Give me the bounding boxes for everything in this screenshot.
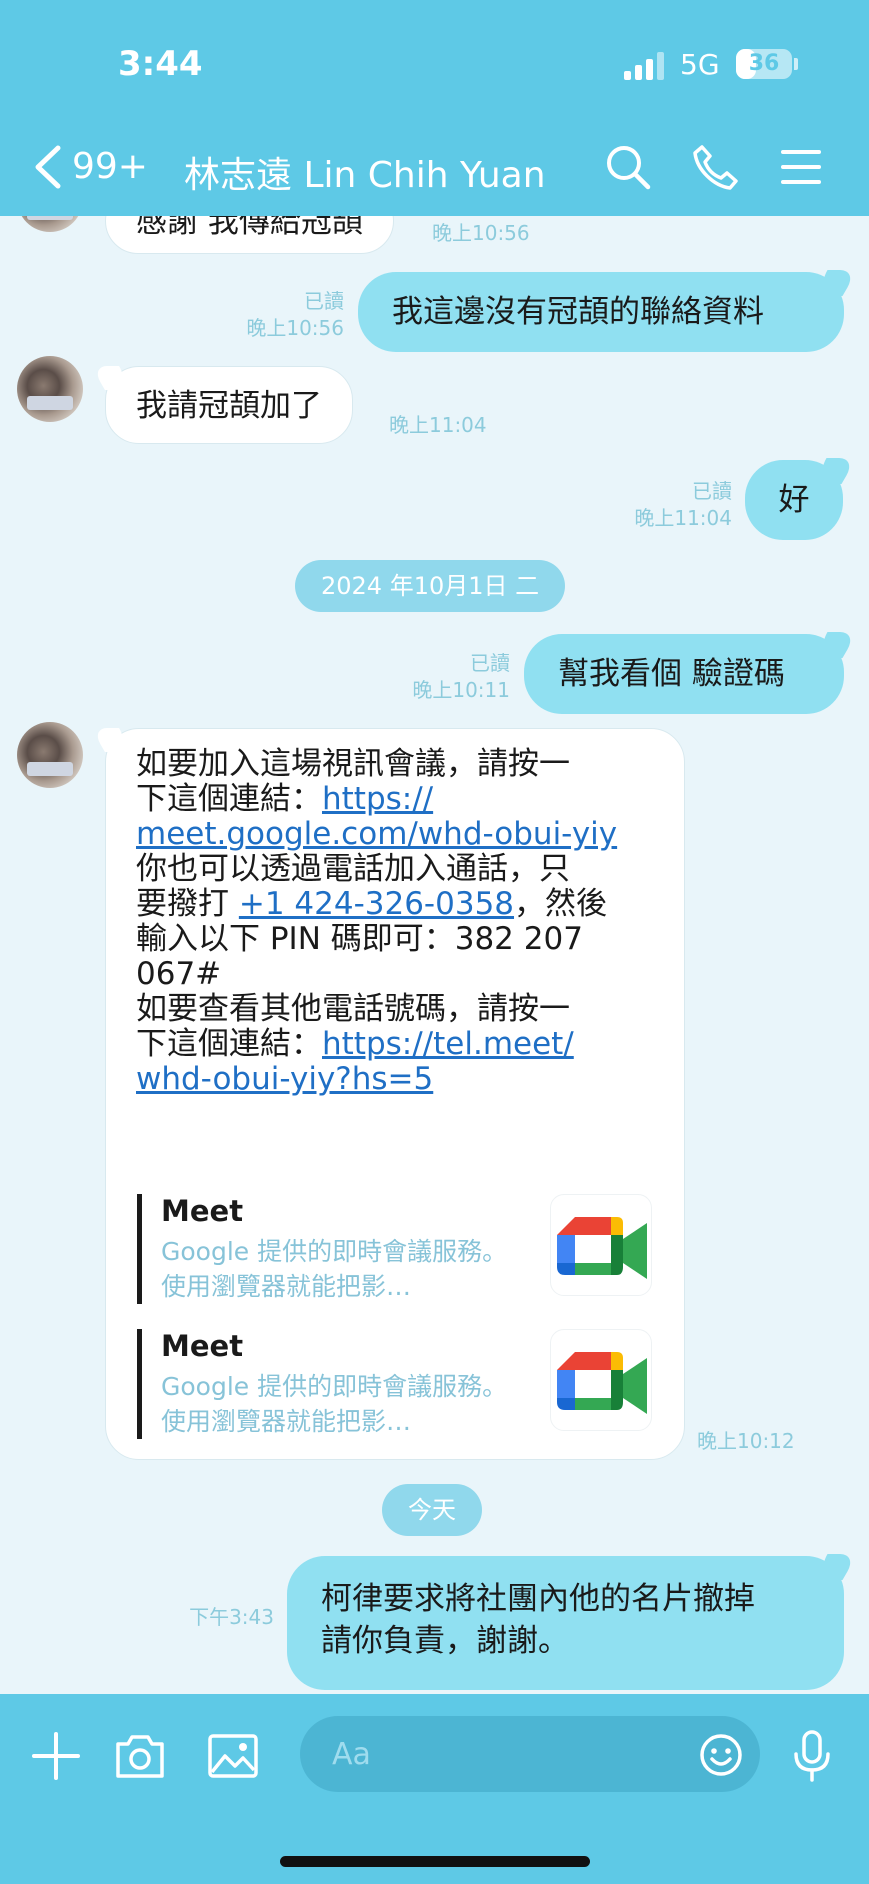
microphone-icon[interactable]	[784, 1728, 840, 1784]
header-bar: 3:44 5G 36 99+ 林志遠 Lin Chih Yuan	[0, 0, 869, 216]
message-time: 晚上11:04	[634, 506, 732, 530]
image-icon[interactable]	[205, 1728, 261, 1784]
avatar[interactable]	[17, 216, 83, 232]
network-type: 5G	[680, 48, 720, 81]
preview-bar	[137, 1329, 142, 1439]
menu-icon[interactable]	[775, 142, 825, 192]
message-text: 感謝 我傳給冠頡	[136, 216, 363, 240]
tel-meet-link[interactable]: https://tel.meet/	[322, 1026, 574, 1062]
message-time: 晚上11:04	[389, 413, 487, 437]
message-time: 晚上10:12	[697, 1429, 795, 1453]
message-line: 輸入以下 PIN 碼即可：382 207	[136, 921, 583, 957]
message-line: 柯律要求將社團內他的名片撤掉	[321, 1581, 755, 1617]
read-receipt: 已讀	[470, 651, 510, 675]
avatar[interactable]	[17, 722, 83, 788]
message-line: 你也可以透過電話加入通話，只	[136, 851, 570, 887]
message-time: 下午3:43	[189, 1605, 274, 1629]
message-line: 要撥打 +1 424-326-0358，然後	[136, 886, 608, 922]
message-input[interactable]	[332, 1734, 662, 1774]
date-separator: 今天	[382, 1484, 482, 1536]
plus-icon[interactable]	[28, 1728, 84, 1784]
unread-count[interactable]: 99+	[72, 146, 148, 187]
read-receipt: 已讀	[692, 479, 732, 503]
meet-link[interactable]: meet.google.com/whd-obui-yiy	[136, 817, 684, 852]
message-line: 如要查看其他電話號碼，請按一	[136, 991, 570, 1027]
emoji-icon[interactable]	[698, 1732, 744, 1778]
message-text: 好	[778, 482, 810, 518]
input-bar	[0, 1694, 869, 1884]
message-text: 幫我看個 驗證碼	[558, 656, 785, 692]
message-text: 我請冠頡加了	[136, 388, 322, 424]
date-separator: 2024 年10月1日 二	[295, 560, 566, 612]
link-preview-card[interactable]: Meet Google 提供的即時會議服務。使用瀏覽器就能把影…	[137, 1194, 653, 1304]
battery-level: 36	[748, 51, 780, 76]
message-bubble-outgoing[interactable]: 幫我看個 驗證碼	[524, 634, 844, 714]
preview-description: Google 提供的即時會議服務。使用瀏覽器就能把影…	[161, 1372, 508, 1436]
message-list[interactable]: 感謝 我傳給冠頡 晚上10:56 已讀 晚上10:56 我這邊沒有冠頡的聯絡資料…	[0, 216, 869, 1694]
search-icon[interactable]	[603, 142, 653, 192]
message-bubble-outgoing[interactable]: 我這邊沒有冠頡的聯絡資料	[358, 272, 844, 352]
phone-call-icon[interactable]	[690, 142, 740, 192]
preview-bar	[137, 1194, 142, 1304]
back-chevron-icon[interactable]	[28, 142, 68, 192]
message-bubble-incoming[interactable]: 感謝 我傳給冠頡	[105, 216, 394, 254]
message-text: 我這邊沒有冠頡的聯絡資料	[392, 294, 764, 330]
avatar[interactable]	[17, 356, 83, 422]
home-indicator	[280, 1856, 590, 1867]
link-preview-card[interactable]: Meet Google 提供的即時會議服務。使用瀏覽器就能把影…	[137, 1329, 653, 1439]
preview-title: Meet	[161, 1194, 244, 1228]
battery-nub	[794, 58, 798, 70]
status-time: 3:44	[118, 44, 203, 84]
message-time: 晚上10:11	[412, 678, 510, 702]
message-time: 晚上10:56	[432, 221, 530, 245]
google-meet-icon	[550, 1194, 652, 1296]
message-line: 067#	[136, 956, 222, 992]
message-time: 晚上10:56	[246, 316, 344, 340]
message-input-field[interactable]	[300, 1716, 760, 1792]
phone-link[interactable]: +1 424-326-0358	[239, 886, 514, 922]
read-receipt: 已讀	[304, 289, 344, 313]
camera-icon[interactable]	[112, 1728, 168, 1784]
message-bubble-outgoing[interactable]: 柯律要求將社團內他的名片撤掉 請你負責，謝謝。	[287, 1556, 844, 1690]
chat-title[interactable]: 林志遠 Lin Chih Yuan	[184, 146, 546, 198]
message-line: 請你負責，謝謝。	[321, 1623, 569, 1659]
message-bubble-incoming[interactable]: 我請冠頡加了	[105, 366, 353, 444]
signal-icon	[624, 52, 666, 80]
meet-link[interactable]: https://	[322, 781, 433, 817]
preview-description: Google 提供的即時會議服務。使用瀏覽器就能把影…	[161, 1237, 508, 1301]
message-line: 下這個連結：https://	[136, 781, 434, 817]
preview-title: Meet	[161, 1329, 244, 1363]
tel-meet-link[interactable]: whd-obui-yiy?hs=5	[136, 1062, 684, 1097]
message-line: 下這個連結：https://tel.meet/	[136, 1026, 574, 1062]
message-bubble-outgoing[interactable]: 好	[745, 460, 843, 540]
message-line: 如要加入這場視訊會議，請按一	[136, 746, 570, 782]
battery-icon: 36	[736, 49, 792, 79]
google-meet-icon	[550, 1329, 652, 1431]
